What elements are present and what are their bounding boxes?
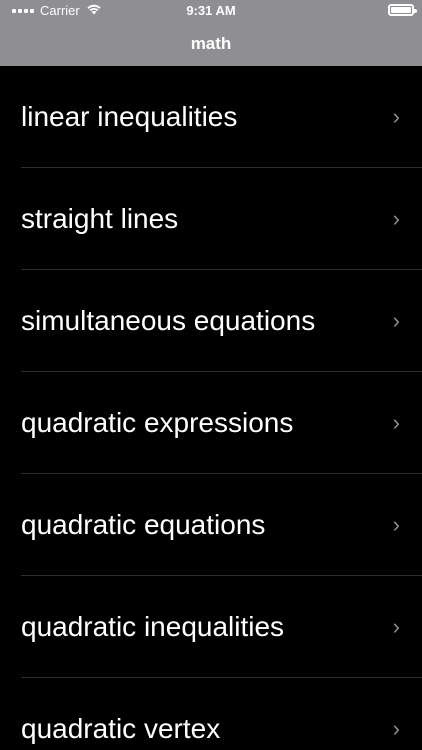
list-item-label: quadratic expressions <box>21 407 294 438</box>
topic-list: linear inequalities › straight lines › s… <box>0 66 422 750</box>
list-item[interactable]: straight lines › <box>0 168 422 270</box>
battery-icon <box>388 4 417 16</box>
list-item[interactable]: quadratic expressions › <box>0 372 422 474</box>
list-item[interactable]: quadratic vertex › <box>0 678 422 750</box>
battery-fill <box>391 7 411 13</box>
chevron-right-icon: › <box>392 104 400 129</box>
list-item[interactable]: quadratic equations › <box>0 474 422 576</box>
list-item-label: linear inequalities <box>21 101 238 132</box>
list-item[interactable]: quadratic inequalities › <box>0 576 422 678</box>
top-bar: Carrier 9:31 AM math <box>0 0 422 66</box>
list-item-label: quadratic inequalities <box>21 611 285 642</box>
chevron-right-icon: › <box>392 206 400 231</box>
chevron-right-icon: › <box>392 410 400 435</box>
chevron-right-icon: › <box>392 614 400 639</box>
chevron-right-icon: › <box>392 512 400 537</box>
list-item-label: simultaneous equations <box>21 305 316 336</box>
chevron-right-icon: › <box>392 716 400 741</box>
list-item-label: straight lines <box>21 203 179 234</box>
navigation-bar: math <box>0 22 422 66</box>
list-item-label: quadratic vertex <box>21 713 221 744</box>
status-bar: Carrier 9:31 AM <box>0 0 422 22</box>
list-item-label: quadratic equations <box>21 509 266 540</box>
list-item[interactable]: simultaneous equations › <box>0 270 422 372</box>
page-title: math <box>190 34 232 53</box>
status-time: 9:31 AM <box>186 3 236 18</box>
list-item[interactable]: linear inequalities › <box>0 66 422 168</box>
chevron-right-icon: › <box>392 308 400 333</box>
